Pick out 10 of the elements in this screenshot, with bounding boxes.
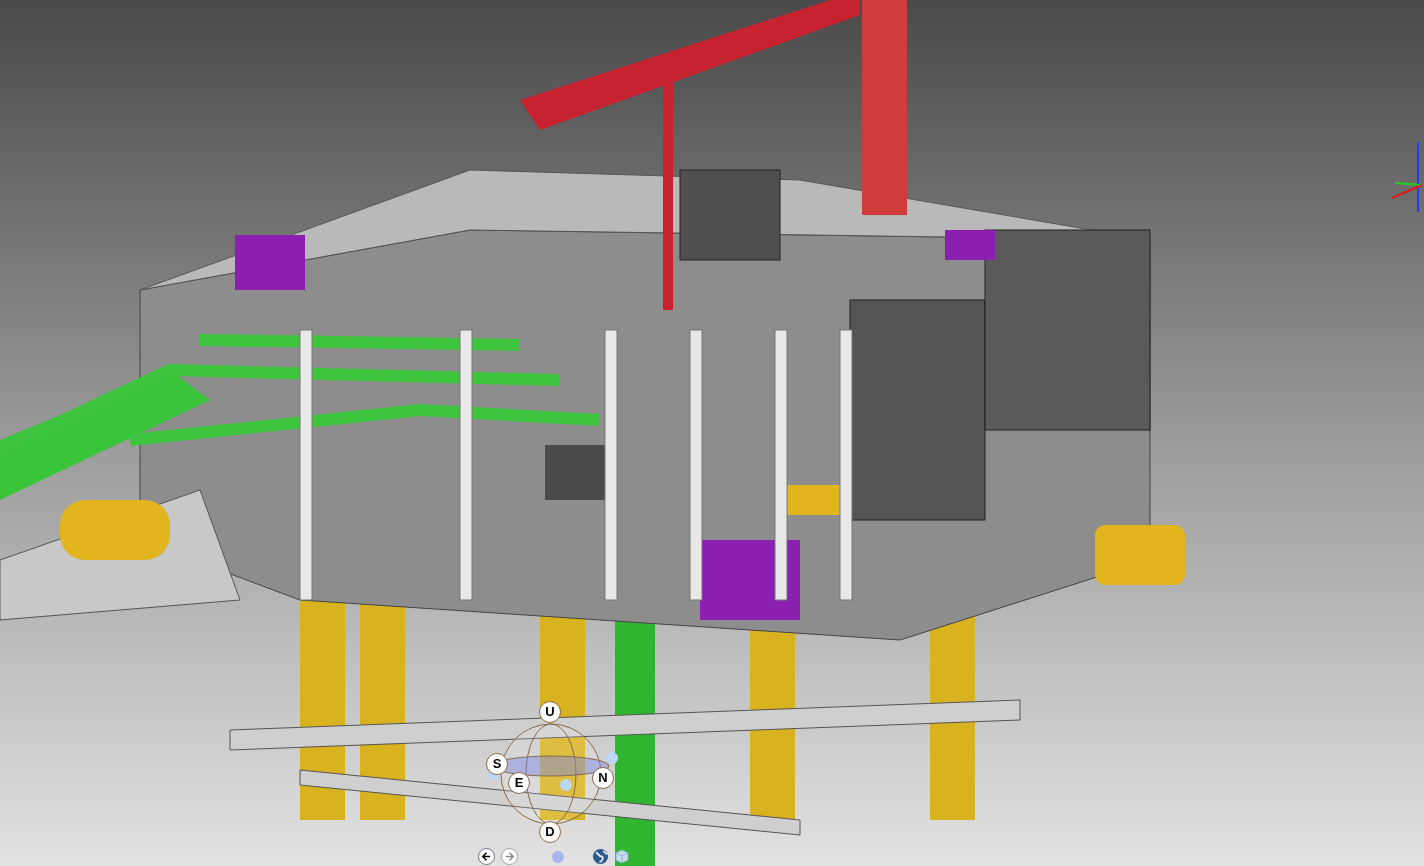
- north-label[interactable]: N: [592, 767, 614, 789]
- left-arrow-icon: [481, 851, 492, 862]
- right-arrow-icon: [504, 851, 515, 862]
- globe-icon[interactable]: [592, 848, 609, 865]
- east-label[interactable]: E: [508, 772, 530, 794]
- back-button[interactable]: [478, 848, 495, 865]
- down-label[interactable]: D: [539, 821, 561, 843]
- forward-button[interactable]: [501, 848, 518, 865]
- axis-triad-icon: [1392, 140, 1424, 215]
- south-label[interactable]: S: [486, 753, 508, 775]
